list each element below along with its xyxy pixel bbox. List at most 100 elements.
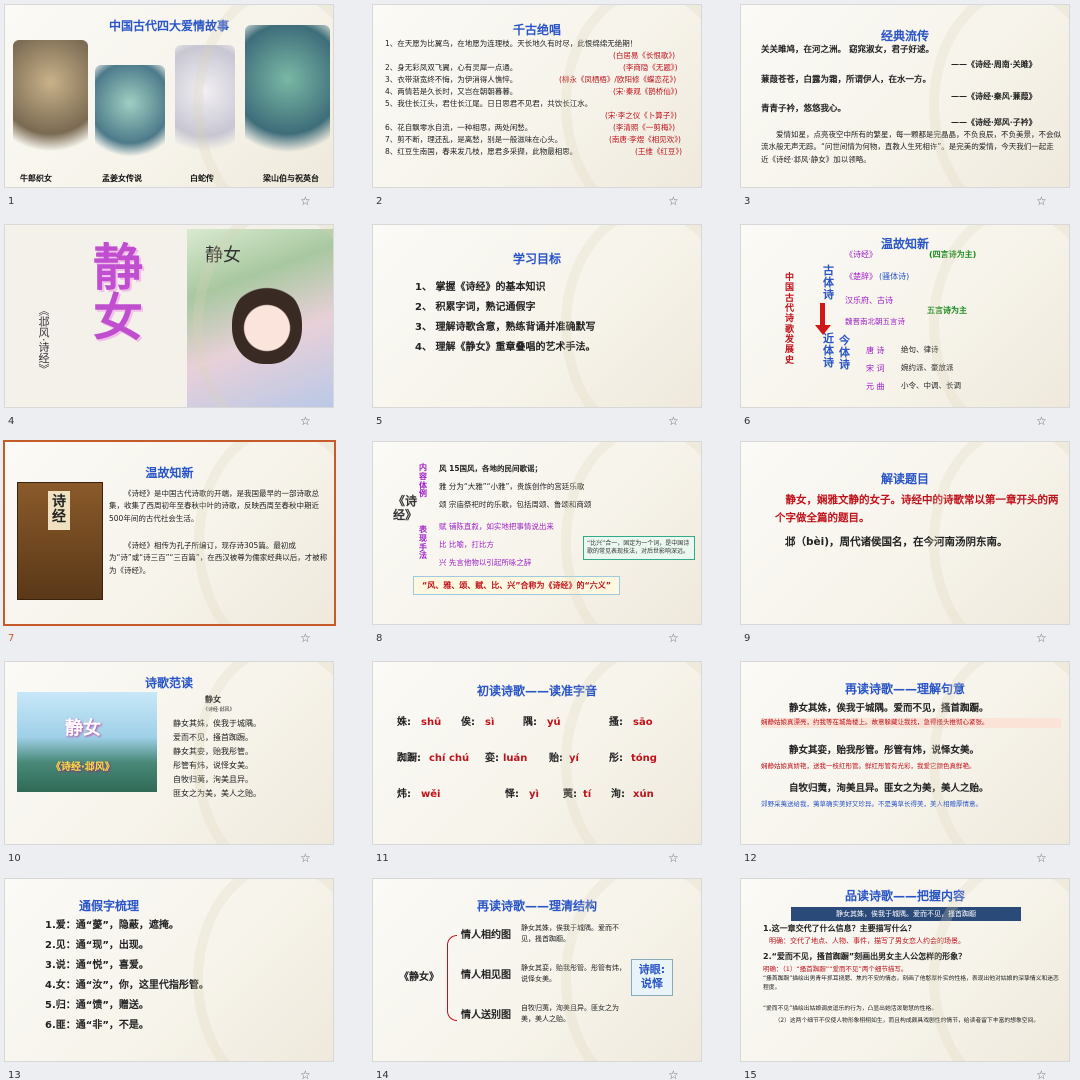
thumb-4[interactable]: 《邶风·诗经》 静女 静女 4 ☆ xyxy=(0,220,337,437)
star-icon[interactable]: ☆ xyxy=(300,194,311,208)
goal-item: 2、 积累字词，熟记通假字 xyxy=(415,302,536,313)
thumb-9[interactable]: 解读题目 静女，娴雅文静的女子。诗经中的诗歌常以第一章开头的两个字做全篇的题目。… xyxy=(736,437,1073,654)
slide-thumbnail[interactable]: 《邶风·诗经》 静女 静女 xyxy=(4,224,334,408)
slide-thumbnail[interactable]: 温故知新 中国古代诗歌发展史 古体诗 近体诗 今体诗 《诗经》 (四言诗为主) … xyxy=(740,224,1070,408)
landscape-image: 静女 《诗经·邶风》 xyxy=(17,692,157,792)
star-icon[interactable]: ☆ xyxy=(1036,414,1047,428)
slide-thumbnail[interactable]: 再读诗歌——理解句意 静女其姝，俟我于城隅。爱而不见，搔首踟蹰。 娴静姑娘真漂亮… xyxy=(740,661,1070,845)
star-icon[interactable]: ☆ xyxy=(668,414,679,428)
slide-thumbnail-selected[interactable]: 温故知新 诗经 《诗经》是中国古代诗歌的开端，是我国最早的一部诗歌总集，收集了西… xyxy=(3,440,336,626)
poem-eye-box: 诗眼:说怿 xyxy=(631,959,673,996)
poem-title: 《静女》 xyxy=(399,972,439,983)
char: 洵: xyxy=(611,789,625,800)
answer: 明确：交代了地点、人物、事件，描写了男女恋人约会的场景。 xyxy=(769,937,965,945)
quote-source: ——《诗经·秦风·蒹葭》 xyxy=(951,91,1037,101)
char: 姝: xyxy=(397,717,411,728)
tongjia-item: 5.归：通“馈”，赠送。 xyxy=(45,1000,149,1011)
poem-line: 自牧归荑，洵美且异。 xyxy=(173,775,253,784)
poem-source: (王维《红豆》) xyxy=(635,147,683,156)
goal-item: 1、 掌握《诗经》的基本知识 xyxy=(415,282,546,293)
poem-source: (白居易《长恨歌》) xyxy=(613,51,676,60)
note-box: “比兴”合一，固定为一个词，是中国诗歌的常见表现技法，对后世影响深远。 xyxy=(583,536,695,560)
slide-thumbnail[interactable]: 中国古代四大爱情故事 牛郎织女 孟姜女传说 白蛇传 梁山伯与祝英台 xyxy=(4,4,334,188)
thumb-8[interactable]: 《诗经》 内容体例 表现手法 风 15国风，各地的民间歌谣； 雅 分为“大雅”“… xyxy=(368,437,705,654)
thumb-10[interactable]: 诗歌范读 静女 《诗经·邶风》 静女 《诗经·邶风》 静女其姝，俟我于城隅。 爱… xyxy=(0,657,337,874)
thumb-14[interactable]: 再读诗歌——理清结构 《静女》 情人相约图 情人相见图 情人送别图 静女其姝，俟… xyxy=(368,874,705,1080)
star-icon[interactable]: ☆ xyxy=(668,851,679,865)
star-icon[interactable]: ☆ xyxy=(668,194,679,208)
slide-thumbnail[interactable]: 初读诗歌——读准字音 姝: shū 俟: sì 隅: yú 搔: sāo 踟蹰:… xyxy=(372,661,702,845)
row: 赋 铺陈直叙，如实地把事情说出来 xyxy=(439,522,554,531)
slide-number: 4 xyxy=(8,416,15,427)
face-figure xyxy=(232,284,302,364)
thumb-13[interactable]: 通假字梳理 1.爱：通“薆”，隐蔽，遮掩。 2.见：通“现”，出现。 3.说：通… xyxy=(0,874,337,1080)
poem-line: 爱而不见，搔首踟蹰。 xyxy=(173,733,253,742)
slide-thumbnail[interactable]: 品读诗歌——把握内容 静女其姝，俟我于城隅。爱而不见，搔首踟蹰 1.这一章交代了… xyxy=(740,878,1070,1062)
thumb-6[interactable]: 温故知新 中国古代诗歌发展史 古体诗 近体诗 今体诗 《诗经》 (四言诗为主) … xyxy=(736,220,1073,437)
slide-number: 2 xyxy=(376,196,383,207)
star-icon[interactable]: ☆ xyxy=(1036,851,1047,865)
slide-thumbnail[interactable]: 《诗经》 内容体例 表现手法 风 15国风，各地的民间歌谣； 雅 分为“大雅”“… xyxy=(372,441,702,625)
slide-thumbnail[interactable]: 再读诗歌——理清结构 《静女》 情人相约图 情人相见图 情人送别图 静女其姝，俟… xyxy=(372,878,702,1062)
node: 绝句、律诗 xyxy=(901,345,939,354)
slide-thumbnail[interactable]: 经典流传 关关雎鸠，在河之洲。 窈窕淑女，君子好逑。 ——《诗经·周南·关雎》 … xyxy=(740,4,1070,188)
star-icon[interactable]: ☆ xyxy=(300,1068,311,1080)
slide-number: 6 xyxy=(744,416,751,427)
slide-title: 诗歌范读 xyxy=(144,676,193,690)
star-icon[interactable]: ☆ xyxy=(1036,631,1047,645)
slide-thumbnail[interactable]: 解读题目 静女，娴雅文静的女子。诗经中的诗歌常以第一章开头的两个字做全篇的题目。… xyxy=(740,441,1070,625)
slide-number: 15 xyxy=(744,1070,757,1080)
answer: （2）这两个细节不仅使人物形象栩栩如生，而且构成颇具戏剧性的情节，给读者留下丰富… xyxy=(774,1018,1040,1024)
poem-title: 静女 xyxy=(205,694,221,704)
thumb-3[interactable]: 经典流传 关关雎鸠，在河之洲。 窈窕淑女，君子好逑。 ——《诗经·周南·关雎》 … xyxy=(736,0,1073,217)
couple-illustration xyxy=(13,40,88,160)
star-icon[interactable]: ☆ xyxy=(668,631,679,645)
question: 1.这一章交代了什么信息？主要描写什么？ xyxy=(763,924,916,933)
bracket xyxy=(447,935,457,1021)
translation: 娴静姑娘真娇艳，送我一枝红彤管。鲜红彤管有光彩，我爱它颜色真鲜艳。 xyxy=(761,762,976,770)
pinyin: sāo xyxy=(633,717,653,728)
poem-stanza: 静女其姝，俟我于城隅。爱而不见，搔首踟蹰。 xyxy=(521,924,619,943)
star-icon[interactable]: ☆ xyxy=(300,851,311,865)
footer-box: “风、雅、颂、赋、比、兴”合称为《诗经》的“六义” xyxy=(413,576,621,595)
star-icon[interactable]: ☆ xyxy=(1036,1068,1047,1080)
star-icon[interactable]: ☆ xyxy=(300,631,311,645)
liang-zhu-illustration xyxy=(245,25,330,160)
pinyin: tí xyxy=(583,789,592,800)
star-icon[interactable]: ☆ xyxy=(1036,194,1047,208)
slide-thumbnail[interactable]: 诗歌范读 静女 《诗经·邶风》 静女 《诗经·邶风》 静女其姝，俟我于城隅。 爱… xyxy=(4,661,334,845)
pinyin: chí chú xyxy=(429,753,470,764)
vertical-label: 中国古代诗歌发展史 xyxy=(785,273,795,366)
node: 魏晋南北朝五言诗 xyxy=(845,317,905,326)
slide-title: 通假字梳理 xyxy=(78,899,139,913)
thumb-5[interactable]: 学习目标 1、 掌握《诗经》的基本知识 2、 积累字词，熟记通假字 3、 理解诗… xyxy=(368,220,705,437)
slide-title: 再读诗歌——理解句意 xyxy=(844,682,965,696)
slide-number: 12 xyxy=(744,853,757,864)
char: 贻: xyxy=(549,753,563,764)
thumb-7[interactable]: 温故知新 诗经 《诗经》是中国古代诗歌的开端，是我国最早的一部诗歌总集，收集了西… xyxy=(0,437,337,654)
char: 怿: xyxy=(505,789,519,800)
slide-number: 5 xyxy=(376,416,383,427)
poem-line: 静女其姝，俟我于城隅。 xyxy=(173,719,261,728)
star-icon[interactable]: ☆ xyxy=(668,1068,679,1080)
poem-line: 自牧归荑，洵美且异。匪女之为美，美人之贻。 xyxy=(789,783,989,794)
tongjia-item: 4.女：通“汝”，你，这里代指彤管。 xyxy=(45,980,209,991)
node: (四言诗为主) xyxy=(929,250,977,259)
char: 隅: xyxy=(523,717,537,728)
slide-thumbnail[interactable]: 学习目标 1、 掌握《诗经》的基本知识 2、 积累字词，熟记通假字 3、 理解诗… xyxy=(372,224,702,408)
book-title: 诗经 xyxy=(48,491,70,530)
caption: 梁山伯与祝英台 xyxy=(263,174,319,183)
thumb-12[interactable]: 再读诗歌——理解句意 静女其姝，俟我于城隅。爱而不见，搔首踟蹰。 娴静姑娘真漂亮… xyxy=(736,657,1073,874)
char: 彤: xyxy=(609,753,623,764)
node: 汉乐府、古诗 xyxy=(845,296,893,305)
thumb-15[interactable]: 品读诗歌——把握内容 静女其姝，俟我于城隅。爱而不见，搔首踟蹰 1.这一章交代了… xyxy=(736,874,1073,1080)
pinyin: sì xyxy=(485,717,495,728)
row: 兴 先言他物以引起所咏之辞 xyxy=(439,558,532,567)
thumb-1[interactable]: 中国古代四大爱情故事 牛郎织女 孟姜女传说 白蛇传 梁山伯与祝英台 1 ☆ xyxy=(0,0,337,217)
node: (骚体诗) xyxy=(879,272,910,281)
slide-thumbnail[interactable]: 通假字梳理 1.爱：通“薆”，隐蔽，遮掩。 2.见：通“现”，出现。 3.说：通… xyxy=(4,878,334,1062)
thumb-11[interactable]: 初读诗歌——读准字音 姝: shū 俟: sì 隅: yú 搔: sāo 踟蹰:… xyxy=(368,657,705,874)
slide-thumbnail[interactable]: 千古绝唱 1、在天愿为比翼鸟，在地愿为连理枝。天长地久有时尽，此恨绵绵无绝期！ … xyxy=(372,4,702,188)
thumb-2[interactable]: 千古绝唱 1、在天愿为比翼鸟，在地愿为连理枝。天长地久有时尽，此恨绵绵无绝期！ … xyxy=(368,0,705,217)
star-icon[interactable]: ☆ xyxy=(300,414,311,428)
